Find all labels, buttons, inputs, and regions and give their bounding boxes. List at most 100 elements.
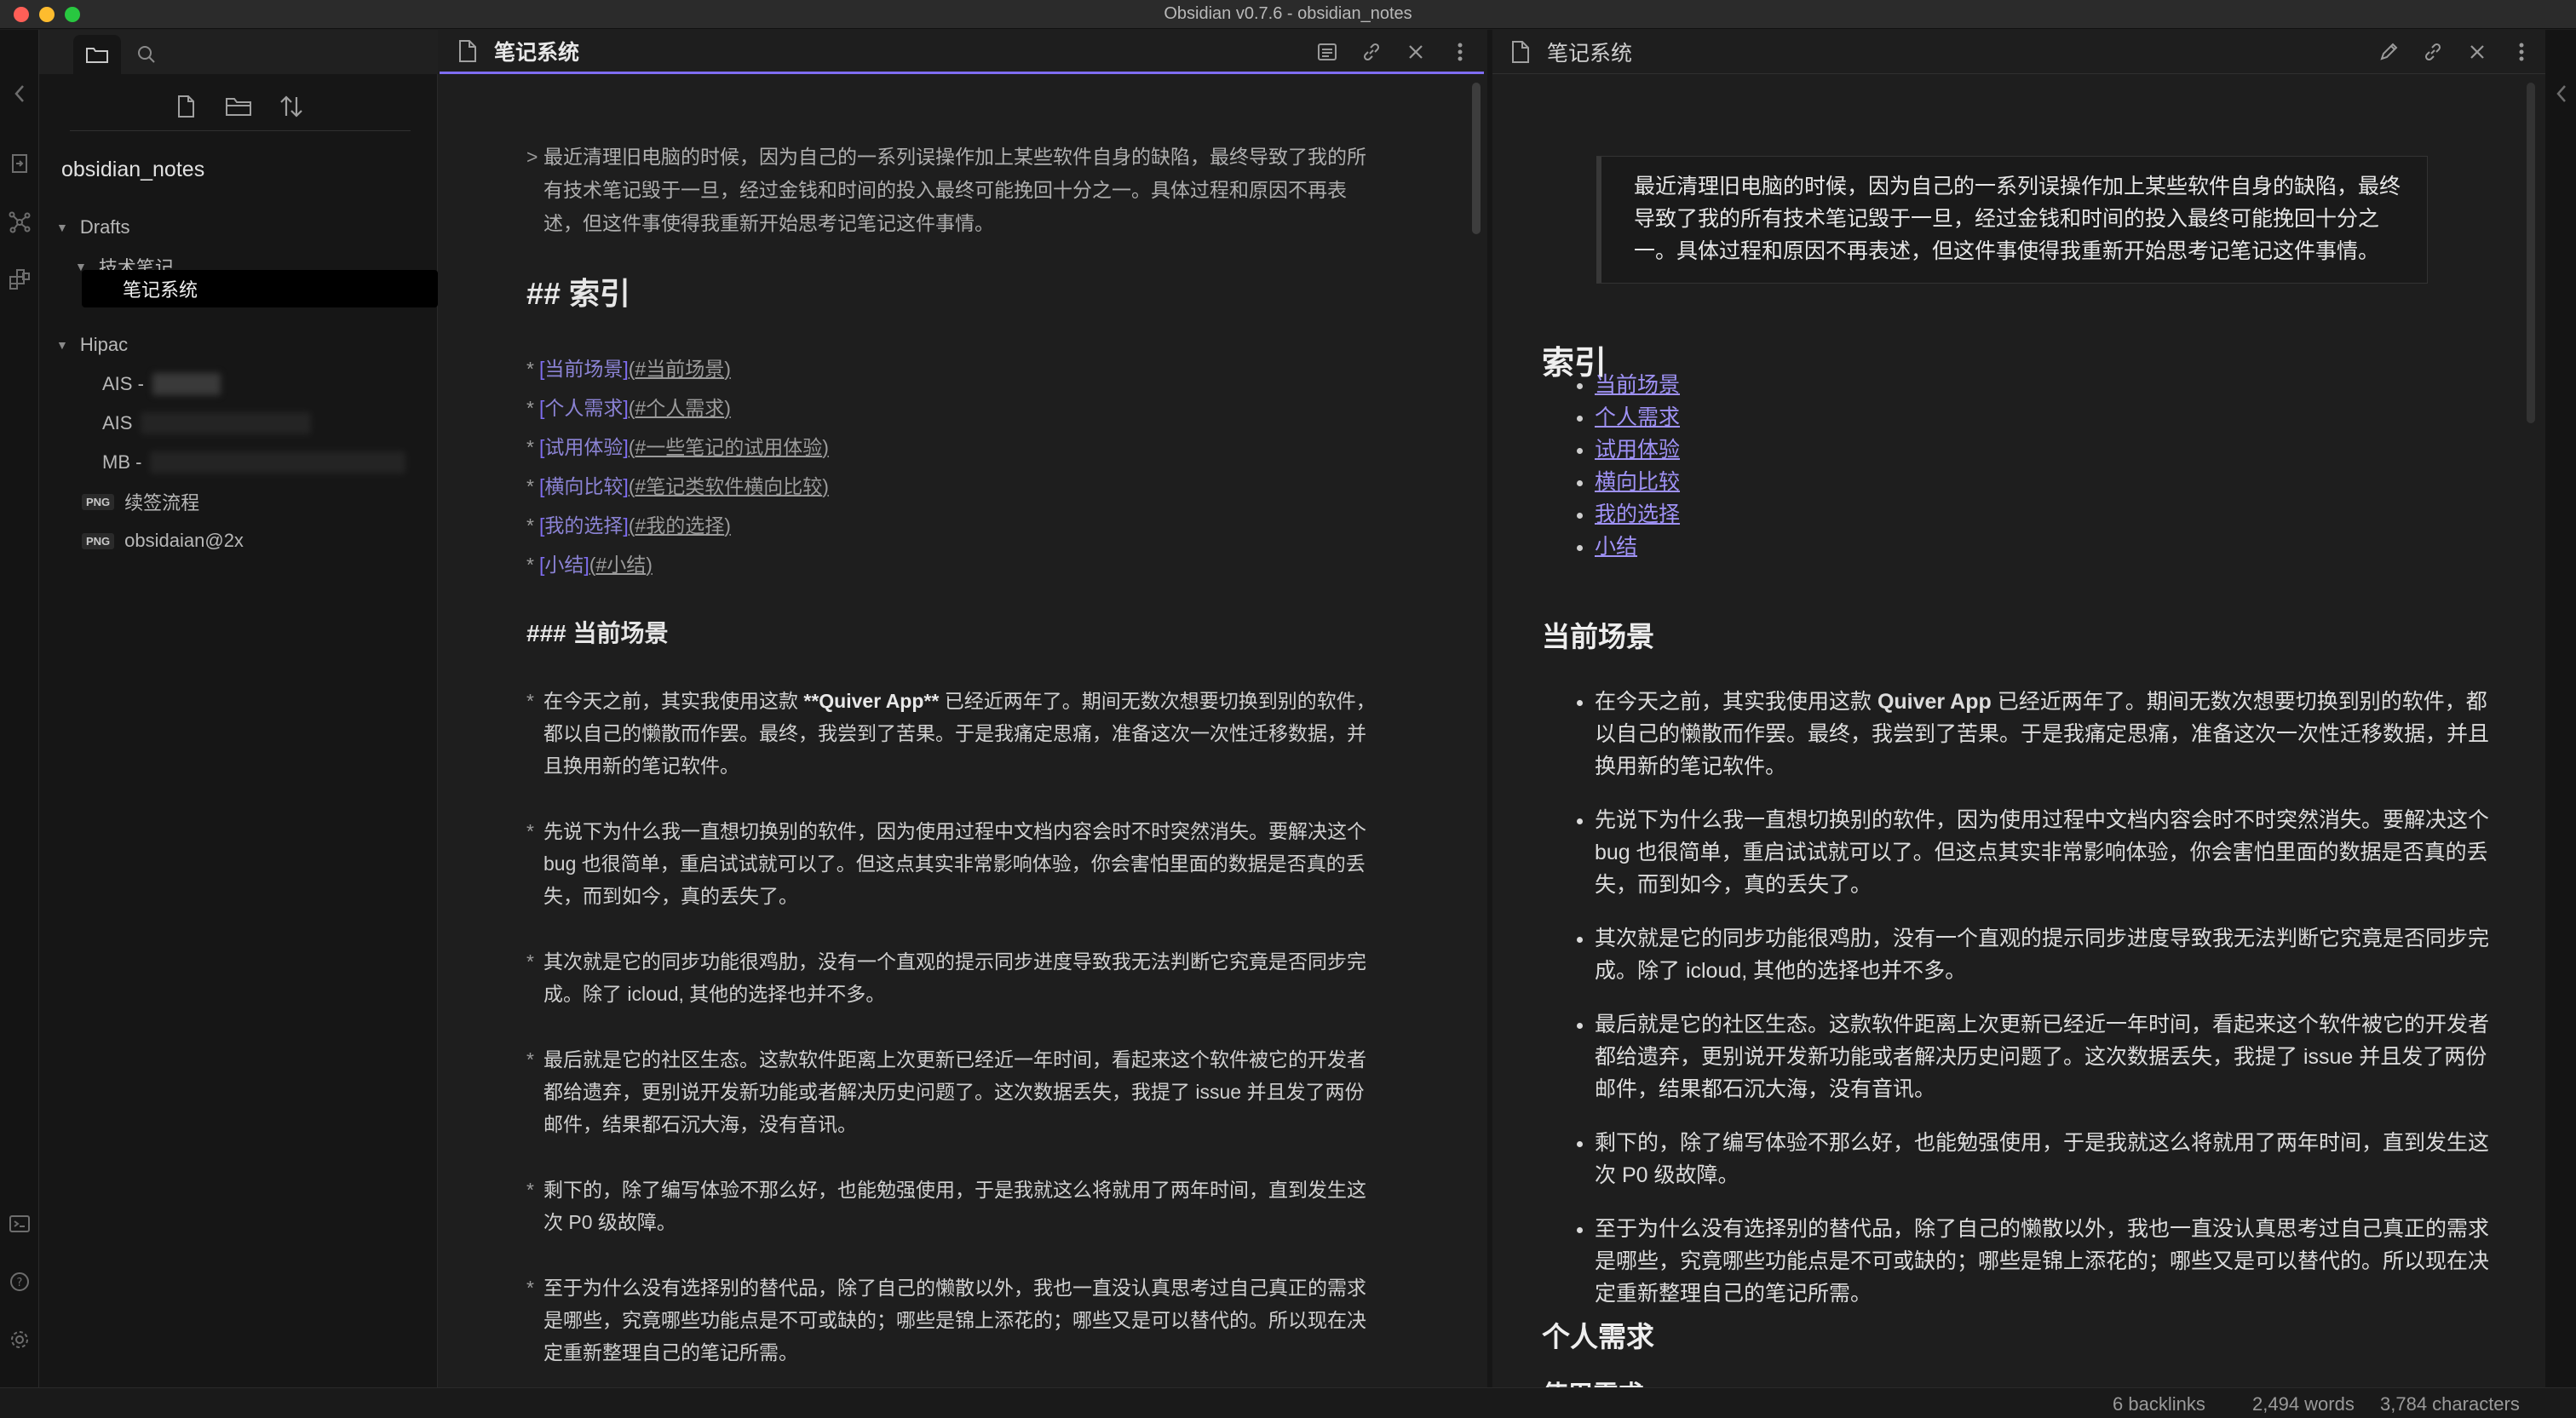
- link-icon[interactable]: [2421, 40, 2445, 64]
- more-icon[interactable]: [2510, 40, 2533, 64]
- help-icon[interactable]: ?: [9, 1271, 31, 1293]
- blockquote-source: 最近清理旧电脑的时候，因为自己的一系列误操作加上某些软件自身的缺陷，最终导致了我…: [526, 141, 1378, 240]
- settings-icon[interactable]: [9, 1329, 31, 1351]
- heading-usage-needs: 使用需求: [1542, 1374, 1644, 1387]
- collapse-right-icon[interactable]: [2550, 83, 2573, 105]
- tree-item-label: AIS: [102, 412, 133, 433]
- paragraph-source: 在今天之前，其实我使用这款 **Quiver App** 已经近两年了。期间无数…: [526, 685, 1378, 782]
- list-item: 先说下为什么我一直想切换别的软件，因为使用过程中文档内容会时不时突然消失。要解决…: [1595, 804, 2489, 901]
- editor-pane-header: 笔记系统: [440, 30, 1484, 74]
- preview-pane: 笔记系统 最近清理旧电脑的时候，因为自己的一系列误操作加上某些软件自身的缺陷，最…: [1487, 30, 2545, 1387]
- tree-item-label: 续签流程: [124, 492, 200, 514]
- toc-item[interactable]: * [横向比较](#笔记类软件横向比较): [526, 467, 1469, 506]
- document-icon: [459, 39, 476, 62]
- toc-item[interactable]: * [小结](#小结): [526, 545, 1469, 584]
- more-icon[interactable]: [1448, 40, 1472, 64]
- new-folder-icon[interactable]: [225, 93, 252, 120]
- toc-link[interactable]: 我的选择: [1595, 502, 1680, 526]
- tree-item-label: 笔记系统: [123, 279, 198, 301]
- tree-folder-hipac[interactable]: ▼ Hipac: [56, 326, 128, 364]
- title-bar: Obsidian v0.7.6 - obsidian_notes: [0, 0, 2576, 29]
- toc-item[interactable]: * [试用体验](#一些笔记的试用体验): [526, 428, 1469, 467]
- svg-text:?: ?: [17, 1277, 23, 1289]
- zoom-window-button[interactable]: [65, 7, 80, 22]
- heading-current-scene: 当前场景: [1542, 621, 1654, 652]
- close-window-button[interactable]: [14, 7, 29, 22]
- toc-item: 试用体验: [1595, 433, 1680, 466]
- preview-scrollbar[interactable]: [2527, 83, 2535, 423]
- collapse-left-icon[interactable]: [9, 83, 31, 105]
- tab-file-explorer[interactable]: [73, 35, 121, 74]
- close-icon[interactable]: [2465, 40, 2489, 64]
- tree-file-renewal-png[interactable]: PNG 续签流程: [82, 483, 199, 520]
- toc-item: 当前场景: [1595, 369, 1680, 401]
- explorer-divider: [70, 130, 411, 131]
- toc-item[interactable]: * [当前场景](#当前场景): [526, 349, 1469, 388]
- link-icon[interactable]: [1360, 40, 1383, 64]
- editor-pane-title[interactable]: 笔记系统: [494, 36, 579, 66]
- command-palette-icon[interactable]: [9, 1213, 31, 1235]
- file-explorer: obsidian_notes ▼ Drafts ▼ 技术笔记 笔记系统 ▼ Hi…: [39, 30, 438, 1387]
- preview-toggle-icon[interactable]: [1315, 40, 1339, 64]
- paragraph-source: 剩下的，除了编写体验不那么好，也能勉强使用，于是我就这么将就用了两年时间，直到发…: [526, 1174, 1378, 1238]
- caret-down-icon: ▼: [56, 338, 68, 352]
- vault-name[interactable]: obsidian_notes: [61, 158, 204, 182]
- preview-pane-header: 笔记系统: [1492, 30, 2545, 74]
- preview-pane-title[interactable]: 笔记系统: [1547, 37, 1632, 67]
- open-vault-icon[interactable]: [9, 152, 31, 175]
- toc-item: 横向比较: [1595, 466, 1680, 498]
- word-count: 2,494 words: [2252, 1393, 2355, 1415]
- tree-item-label: MB -: [102, 451, 142, 473]
- tree-item-label: obsidaian@2x: [124, 530, 244, 551]
- png-badge: PNG: [82, 532, 115, 549]
- document-icon: [1512, 40, 1529, 63]
- folder-icon: [86, 48, 108, 63]
- edit-icon[interactable]: [2377, 40, 2401, 64]
- heading-index-source: ## 索引: [526, 276, 631, 311]
- tree-file-ais-2[interactable]: AIS: [102, 405, 312, 442]
- editor-scrollbar[interactable]: [1472, 83, 1481, 234]
- list-item: 最后就是它的社区生态。这款软件距离上次更新已经近一年时间，看起来这个软件被它的开…: [1595, 1008, 2489, 1105]
- markdown-editor[interactable]: 最近清理旧电脑的时候，因为自己的一系列误操作加上某些软件自身的缺陷，最终导致了我…: [440, 74, 1469, 1387]
- tree-file-mb[interactable]: MB -: [102, 444, 406, 481]
- left-ribbon: ?: [0, 30, 39, 1387]
- toc-link[interactable]: 小结: [1595, 535, 1637, 559]
- close-icon[interactable]: [1404, 40, 1428, 64]
- plugins-icon[interactable]: [9, 268, 31, 290]
- right-ribbon: [2545, 30, 2576, 1387]
- toc-link[interactable]: 试用体验: [1595, 438, 1680, 462]
- sidebar-tab-bar: [39, 30, 438, 74]
- toc-item[interactable]: * [个人需求](#个人需求): [526, 388, 1469, 428]
- paragraph-source: 最后就是它的社区生态。这款软件距离上次更新已经近一年时间，看起来这个软件被它的开…: [526, 1043, 1378, 1140]
- list-item: 其次就是它的同步功能很鸡肋，没有一个直观的提示同步进度导致我无法判断它究竟是否同…: [1595, 922, 2489, 987]
- window-title: Obsidian v0.7.6 - obsidian_notes: [1164, 4, 1412, 23]
- heading-personal-needs: 个人需求: [1542, 1321, 1654, 1352]
- tree-file-ais-1[interactable]: AIS -: [102, 365, 221, 403]
- graph-view-icon[interactable]: [9, 211, 31, 233]
- status-bar: 6 backlinks 2,494 words 3,784 characters: [0, 1387, 2576, 1418]
- minimize-window-button[interactable]: [39, 7, 55, 22]
- sort-icon[interactable]: [278, 93, 305, 120]
- toc-item: 我的选择: [1595, 498, 1680, 531]
- explorer-toolbar: [39, 83, 438, 130]
- tab-search[interactable]: [123, 35, 170, 74]
- list-item: 剩下的，除了编写体验不那么好，也能勉强使用，于是我就这么将就用了两年时间，直到发…: [1595, 1127, 2489, 1191]
- new-note-icon[interactable]: [172, 93, 199, 120]
- toc-link[interactable]: 当前场景: [1595, 373, 1680, 397]
- rendered-preview: 最近清理旧电脑的时候，因为自己的一系列误操作加上某些软件自身的缺陷，最终导致了我…: [1492, 74, 2523, 1387]
- toc-link[interactable]: 个人需求: [1595, 405, 1680, 429]
- blockquote: 最近清理旧电脑的时候，因为自己的一系列误操作加上某些软件自身的缺陷，最终导致了我…: [1596, 156, 2428, 284]
- toc-item[interactable]: * [我的选择](#我的选择): [526, 506, 1469, 545]
- tree-file-obsidaian-png[interactable]: PNG obsidaian@2x: [82, 522, 244, 560]
- paragraph-source: 其次就是它的同步功能很鸡肋，没有一个直观的提示同步进度导致我无法判断它究竟是否同…: [526, 945, 1378, 1010]
- tree-item-label: Drafts: [79, 216, 130, 238]
- character-count: 3,784 characters: [2380, 1393, 2520, 1415]
- tree-folder-drafts[interactable]: ▼ Drafts: [56, 209, 130, 246]
- toc-item: 个人需求: [1595, 401, 1680, 433]
- redacted-text: [152, 373, 221, 395]
- tree-file-notes-system[interactable]: 笔记系统: [82, 270, 438, 307]
- content-list: 在今天之前，其实我使用这款 Quiver App 已经近两年了。期间无数次想要切…: [1595, 686, 2489, 1331]
- paragraph-source: 先说下为什么我一直想切换别的软件，因为使用过程中文档内容会时不时突然消失。要解决…: [526, 815, 1378, 912]
- toc-link[interactable]: 横向比较: [1595, 470, 1680, 494]
- backlinks-count[interactable]: 6 backlinks: [2113, 1393, 2205, 1415]
